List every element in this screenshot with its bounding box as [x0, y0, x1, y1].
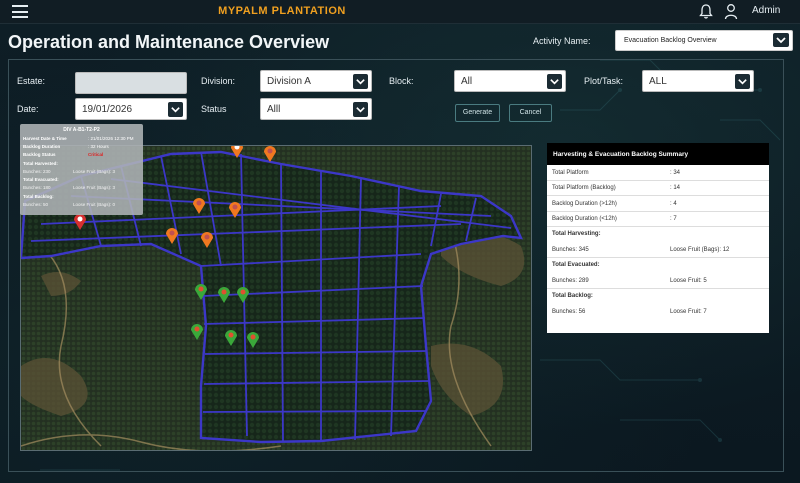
- tooltip-backlog-value: : 32 Hours: [88, 144, 109, 149]
- tooltip-backlog-bunches: Bunches: 50: [23, 202, 49, 207]
- tooltip-backlog-label: Backlog Duration: [23, 144, 61, 149]
- tooltip-evacuated-label: Total Evacuated:: [23, 177, 59, 182]
- chevron-down-icon[interactable]: [353, 74, 368, 89]
- brand-title: MYPALM PLANTATION: [218, 5, 346, 17]
- page-title: Operation and Maintenance Overview: [8, 32, 330, 52]
- divider: [547, 211, 769, 212]
- activity-name-select[interactable]: Evacuation Backlog Overview: [615, 30, 793, 51]
- tooltip-harvest-label: Harvest Date & Time: [23, 136, 67, 141]
- summary-backlog-loose: Loose Fruit: 7: [670, 309, 707, 315]
- summary-row-label: Backlog Duration (<12h): [552, 216, 617, 222]
- summary-row-label: Backlog Duration (>12h): [552, 201, 617, 207]
- backlog-summary-card: Harvesting & Evacuation Backlog Summary …: [547, 143, 769, 333]
- division-label: Division:: [201, 76, 236, 86]
- block-label: Block:: [389, 76, 414, 86]
- plot-task-label: Plot/Task:: [584, 76, 624, 86]
- bell-icon[interactable]: [698, 3, 714, 20]
- activity-name-value: Evacuation Backlog Overview: [624, 37, 717, 44]
- summary-harvesting-label: Total Harvesting:: [552, 231, 601, 237]
- tooltip-backlog-loose: Loose Fruit (Bags): 0: [73, 202, 116, 207]
- status-label: Status: [201, 104, 227, 114]
- summary-evacuated-loose: Loose Fruit: 5: [670, 278, 707, 284]
- activity-name-label: Activity Name:: [533, 36, 591, 46]
- map-marker-tooltip: DIV A-B1-T2-P2 Harvest Date & Time : 21/…: [20, 124, 143, 215]
- tooltip-harvested-label: Total Harvested:: [23, 161, 58, 166]
- tooltip-title: DIV A-B1-T2-P2: [63, 127, 100, 133]
- divider: [547, 180, 769, 181]
- summary-harvesting-loose: Loose Fruit (Bags): 12: [670, 247, 730, 253]
- summary-evacuated-bunches: Bunches: 289: [552, 278, 589, 284]
- summary-backlog-bunches: Bunches: 56: [552, 309, 586, 315]
- summary-row-value: : 4: [670, 201, 677, 207]
- admin-label[interactable]: Admin: [752, 5, 780, 16]
- summary-row-value: : 14: [670, 185, 681, 191]
- summary-title: Harvesting & Evacuation Backlog Summary: [547, 143, 769, 165]
- tooltip-status-label: Backlog Status: [23, 152, 56, 157]
- summary-row-value: : 34: [670, 170, 681, 176]
- tooltip-status-value: Critical: [88, 152, 104, 157]
- plot-task-select[interactable]: ALL: [642, 70, 754, 92]
- status-select[interactable]: Alll: [260, 98, 372, 120]
- summary-row-label: Total Platform (Backlog): [552, 185, 616, 191]
- summary-evacuated-label: Total Evacuated:: [552, 262, 600, 268]
- divider: [547, 195, 769, 196]
- generate-button[interactable]: Generate: [455, 104, 500, 122]
- division-value: Division A: [267, 76, 311, 87]
- date-select[interactable]: 19/01/2026: [75, 98, 187, 120]
- plot-task-value: ALL: [649, 76, 667, 87]
- user-icon[interactable]: [723, 3, 739, 20]
- date-label: Date:: [17, 104, 39, 114]
- chevron-down-icon[interactable]: [547, 74, 562, 89]
- tooltip-harvested-loose: Loose Fruit (Bags): 3: [73, 169, 116, 174]
- chevron-down-icon[interactable]: [773, 33, 789, 47]
- estate-field[interactable]: [75, 72, 187, 94]
- tooltip-harvested-bunches: Bunches: 230: [23, 169, 51, 174]
- summary-row-value: : 7: [670, 216, 677, 222]
- block-select[interactable]: All: [454, 70, 566, 92]
- date-value: 19/01/2026: [82, 104, 133, 115]
- status-value: Alll: [267, 104, 281, 115]
- top-bar: MYPALM PLANTATION Admin: [0, 0, 800, 24]
- cancel-button[interactable]: Cancel: [509, 104, 552, 122]
- tooltip-evacuated-bunches: Bunches: 180: [23, 185, 51, 190]
- chevron-down-icon[interactable]: [353, 102, 368, 117]
- chevron-down-icon[interactable]: [168, 102, 183, 117]
- divider: [547, 257, 769, 258]
- block-value: All: [461, 76, 473, 87]
- tooltip-backlog-total-label: Total Backlog:: [23, 194, 54, 199]
- summary-backlog-label: Total Backlog:: [552, 293, 593, 299]
- tooltip-evacuated-loose: Loose Fruit (Bags): 3: [73, 185, 116, 190]
- chevron-down-icon[interactable]: [735, 74, 750, 89]
- divider: [547, 288, 769, 289]
- division-select[interactable]: Division A: [260, 70, 372, 92]
- tooltip-harvest-value: : 21/01/2026 12:30 PM: [88, 136, 134, 141]
- summary-row-label: Total Platform: [552, 170, 589, 176]
- divider: [547, 226, 769, 227]
- summary-harvesting-bunches: Bunches: 345: [552, 247, 589, 253]
- estate-label: Estate:: [17, 76, 46, 86]
